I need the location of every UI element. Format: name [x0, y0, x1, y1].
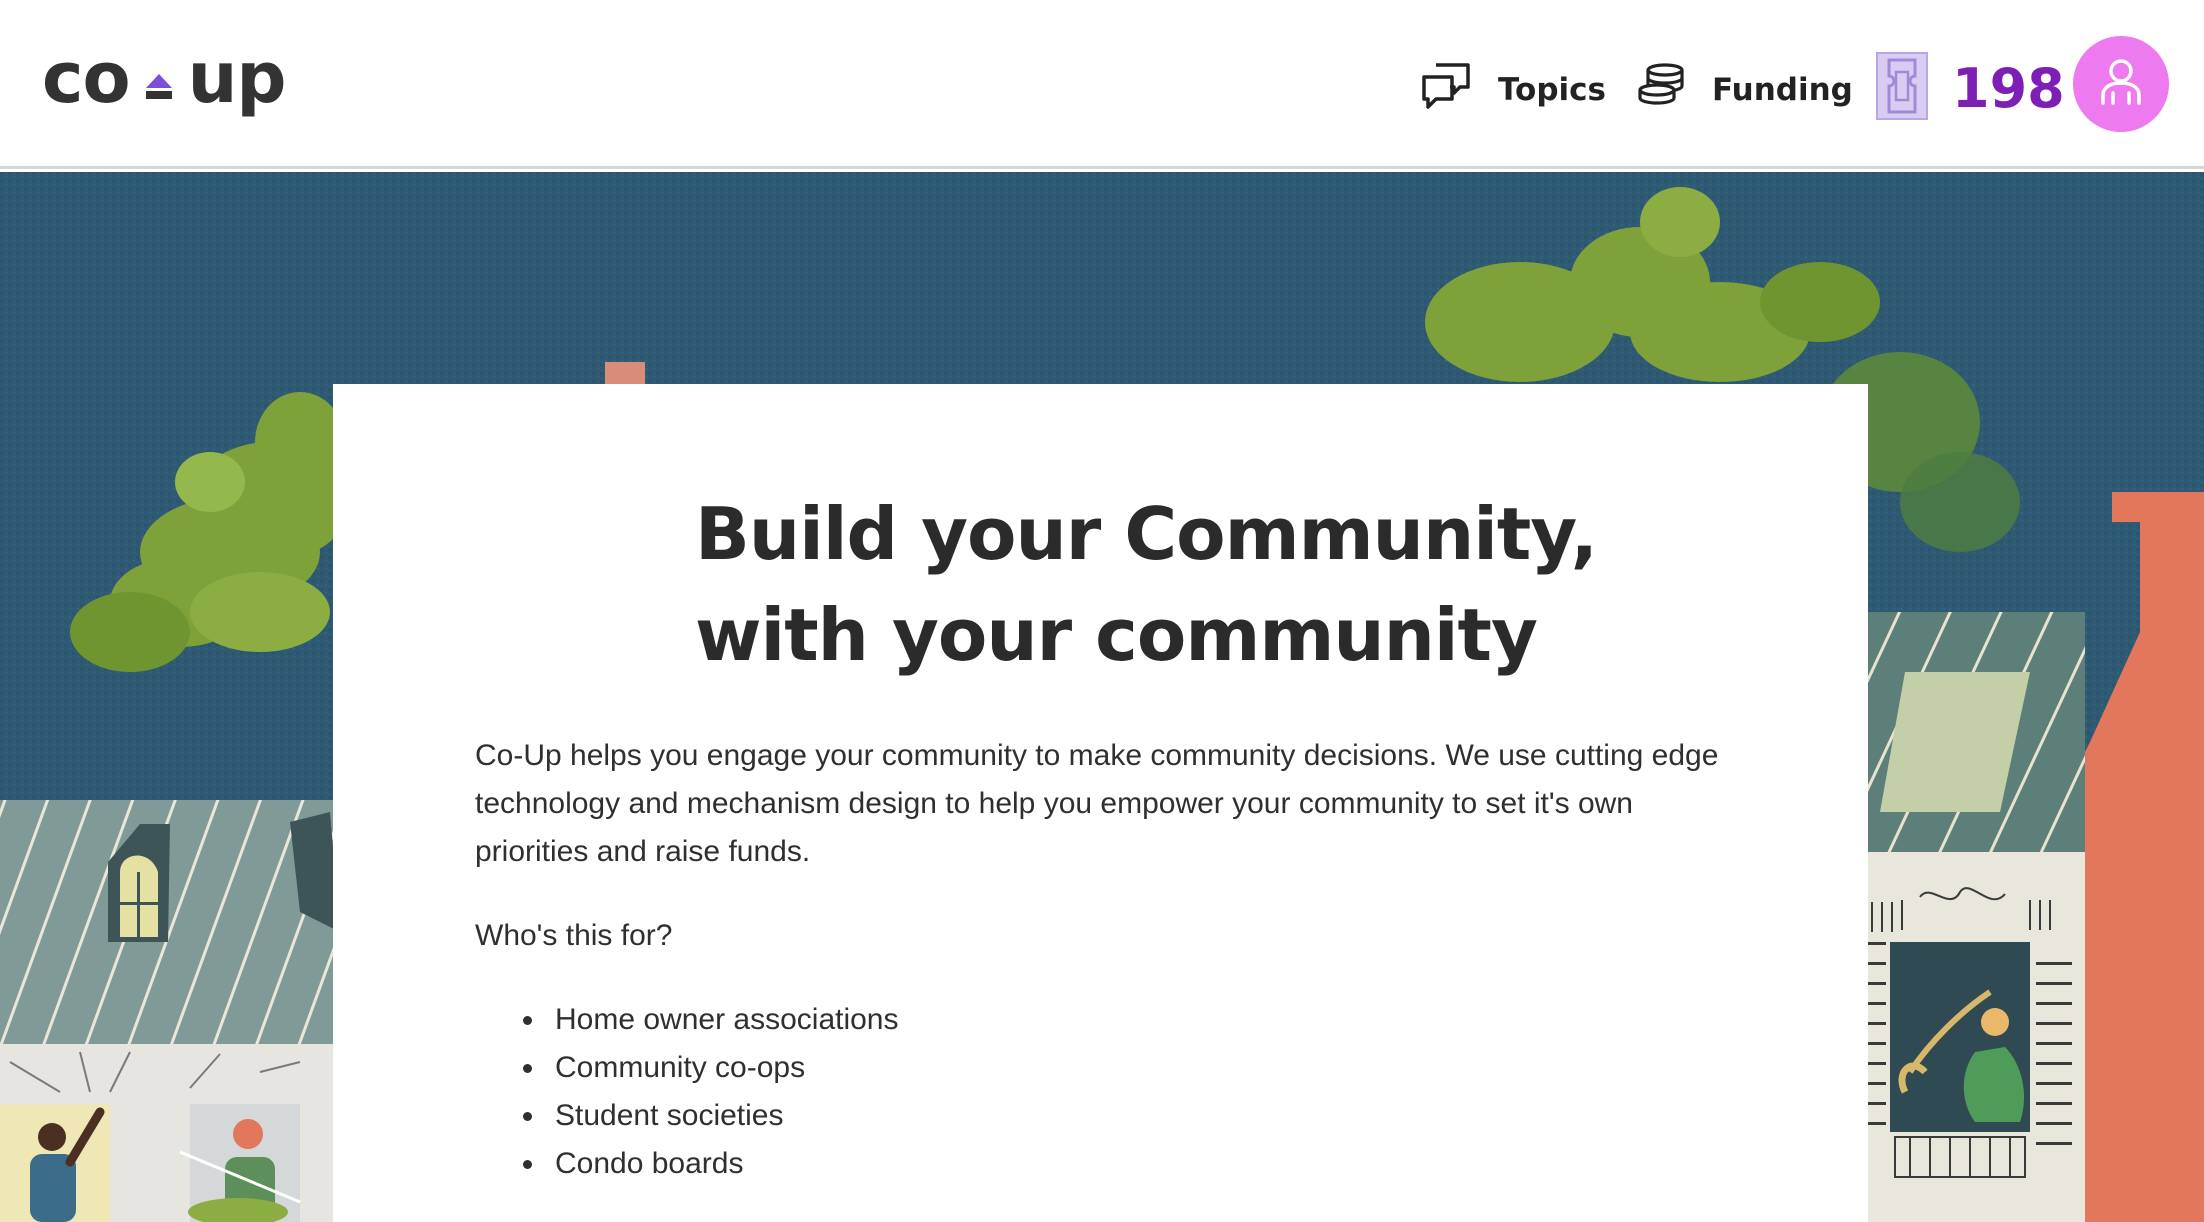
list-item: Condo boards: [523, 1140, 899, 1188]
nav-topics[interactable]: Topics: [1420, 52, 1606, 128]
nav-funding[interactable]: Funding: [1636, 52, 1853, 128]
audience-list: Home owner associations Community co-ops…: [523, 996, 899, 1188]
logo-text-right: up: [187, 37, 287, 119]
intro-card: Build your Community, with your communit…: [333, 384, 1868, 1222]
hero-title-line2: with your community: [695, 593, 1538, 677]
ticket-icon: [1876, 51, 1928, 125]
chat-bubbles-icon: [1420, 61, 1472, 119]
list-item: Community co-ops: [523, 1044, 899, 1092]
top-navbar: co up Topics Funding 198: [0, 0, 2204, 169]
nav-funding-label: Funding: [1712, 72, 1853, 108]
user-avatar-button[interactable]: [2073, 36, 2169, 132]
ticket-count: 198: [1952, 56, 2065, 120]
audience-question: Who's this for?: [475, 919, 673, 952]
hero-section: Build your Community, with your communit…: [0, 172, 2204, 1222]
intro-paragraph: Co-Up helps you engage your community to…: [475, 739, 1719, 868]
logo-text-left: co: [42, 37, 131, 119]
ticket-balance[interactable]: 198: [1876, 48, 2065, 128]
nav-topics-label: Topics: [1498, 72, 1606, 108]
logo-up-arrow-icon: [144, 37, 174, 119]
hero-title: Build your Community, with your communit…: [695, 484, 1695, 686]
user-icon: [2098, 57, 2144, 112]
coup-logo[interactable]: co up: [42, 28, 287, 128]
hero-title-line1: Build your Community,: [695, 492, 1598, 576]
list-item: Home owner associations: [523, 996, 899, 1044]
list-item: Student societies: [523, 1092, 899, 1140]
coin-stack-icon: [1636, 62, 1686, 118]
